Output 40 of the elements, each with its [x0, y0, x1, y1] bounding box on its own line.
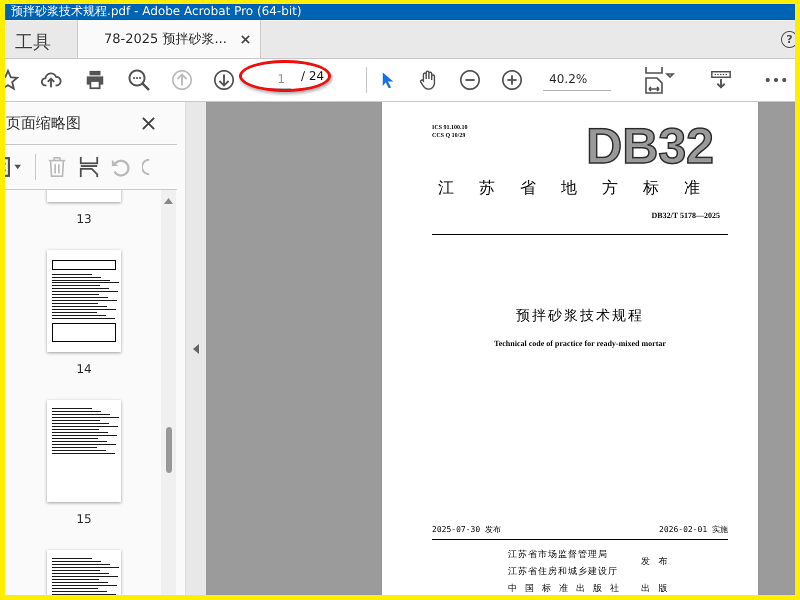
- insert-page-icon[interactable]: [78, 155, 100, 179]
- standard-logo: DB32: [586, 124, 714, 168]
- english-title: Technical code of practice for ready-mixed mortar: [494, 339, 666, 348]
- publisher: 中国标准出版社: [508, 582, 627, 595]
- scrollbar-thumb[interactable]: [166, 427, 172, 473]
- close-icon[interactable]: [240, 34, 250, 44]
- arrow-down-icon[interactable]: [213, 69, 235, 91]
- fit-page-icon[interactable]: [643, 66, 678, 94]
- panel-title: 页面缩略图: [6, 114, 81, 132]
- document-tab[interactable]: 78-2025 预拌砂浆...: [77, 20, 261, 58]
- page-number-label: 15: [76, 512, 92, 526]
- window-title: 预拌砂浆技术规程.pdf - Adobe Acrobat Pro (64-bit): [11, 4, 302, 18]
- close-icon[interactable]: [142, 116, 155, 130]
- more-icon[interactable]: [765, 76, 788, 84]
- zoom-in-icon[interactable]: [501, 69, 524, 91]
- issuing-authority: 江苏省市场监督管理局: [508, 548, 609, 561]
- page-thumbnail[interactable]: [47, 250, 121, 352]
- document-tab[interactable]: 工具: [5, 20, 77, 58]
- page-count: / 24: [301, 69, 324, 83]
- standard-category: 江苏省地方标准: [438, 178, 726, 199]
- publish-label: 出 版: [641, 582, 670, 595]
- scroll-up-icon[interactable]: [164, 198, 173, 204]
- issuing-authority: 江苏省住房和城乡建设厅: [508, 565, 619, 578]
- document-title: 预拌砂浆技术规程: [516, 308, 644, 325]
- tab-label: 78-2025 预拌砂浆...: [104, 31, 227, 48]
- standard-number: DB32/T 5178—2025: [651, 211, 720, 220]
- help-button[interactable]: ?: [781, 30, 795, 48]
- tab-label: 工具: [15, 31, 51, 54]
- page-number-label: 14: [76, 362, 92, 376]
- zoom-dropdown[interactable]: 40.2%: [543, 70, 612, 90]
- zoom-out-icon[interactable]: [459, 69, 482, 91]
- search-icon[interactable]: [127, 68, 151, 92]
- scrollbar[interactable]: [161, 190, 176, 595]
- issue-label: 发 布: [641, 555, 670, 568]
- collapse-arrow-icon[interactable]: [193, 344, 199, 354]
- scroll-mode-icon[interactable]: [709, 69, 734, 91]
- page-number-label: 13: [76, 212, 92, 226]
- effective-date: 2026-02-01 实施: [659, 524, 728, 535]
- page-thumbnail[interactable]: [47, 400, 121, 502]
- issue-date: 2025-07-30 发布: [432, 524, 501, 535]
